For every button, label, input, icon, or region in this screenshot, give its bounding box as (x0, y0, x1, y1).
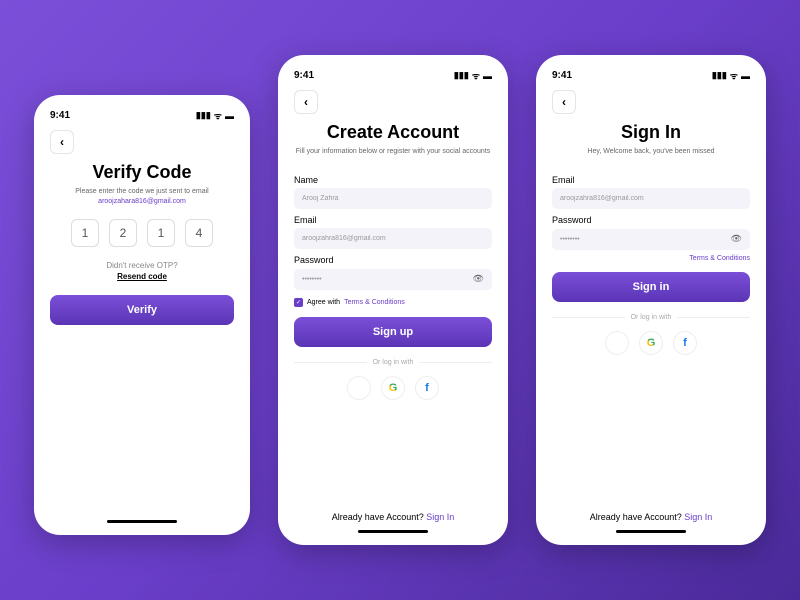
signal-icon: ▮▮▮ (196, 110, 211, 121)
subtitle: Please enter the code we just sent to em… (50, 187, 234, 207)
user-email: aroojzahara816@gmail.com (98, 198, 186, 205)
signin-link[interactable]: Sign In (426, 512, 454, 522)
verify-button[interactable]: Verify (50, 295, 234, 325)
email-label: Email (294, 215, 492, 225)
status-icons: ▮▮▮ᯤ▬ (454, 69, 492, 82)
status-icons: ▮▮▮ᯤ▬ (712, 69, 750, 82)
home-indicator (358, 530, 428, 533)
agree-text: Agree with (307, 299, 340, 306)
email-label: Email (552, 175, 750, 185)
terms-checkbox[interactable]: ✓ (294, 298, 303, 307)
back-button[interactable]: ‹ (294, 90, 318, 114)
social-buttons: G f (552, 331, 750, 355)
subtitle: Fill your information below or register … (294, 147, 492, 157)
battery-icon: ▬ (741, 71, 750, 81)
footer: Already have Account? Sign In (294, 512, 492, 522)
otp-digit-1[interactable]: 1 (71, 219, 99, 247)
google-button[interactable]: G (639, 331, 663, 355)
verify-screen: 9:41 ▮▮▮ᯤ▬ ‹ Verify Code Please enter th… (34, 95, 250, 535)
email-input[interactable] (552, 188, 750, 209)
signup-button[interactable]: Sign up (294, 317, 492, 347)
signin-link[interactable]: Sign In (684, 512, 712, 522)
battery-icon: ▬ (483, 71, 492, 81)
otp-digit-2[interactable]: 2 (109, 219, 137, 247)
facebook-button[interactable]: f (415, 376, 439, 400)
wifi-icon: ᯤ (730, 69, 738, 82)
eye-icon[interactable]: 👁 (473, 273, 484, 284)
terms-row: ✓ Agree with Terms & Conditions (294, 298, 492, 307)
battery-icon: ▬ (225, 111, 234, 121)
social-buttons: G f (294, 376, 492, 400)
signal-icon: ▮▮▮ (454, 70, 469, 81)
page-title: Verify Code (50, 162, 234, 183)
footer: Already have Account? Sign In (552, 512, 750, 522)
password-label: Password (294, 255, 492, 265)
home-indicator (616, 530, 686, 533)
resend-link[interactable]: Resend code (50, 272, 234, 281)
divider: Or log in with (294, 359, 492, 366)
page-title: Create Account (294, 122, 492, 143)
back-button[interactable]: ‹ (552, 90, 576, 114)
signin-screen: 9:41 ▮▮▮ᯤ▬ ‹ Sign In Hey, Welcome back, … (536, 55, 766, 545)
wifi-icon: ᯤ (214, 109, 222, 122)
password-label: Password (552, 215, 750, 225)
home-indicator (107, 520, 177, 523)
page-title: Sign In (552, 122, 750, 143)
status-icons: ▮▮▮ᯤ▬ (196, 109, 234, 122)
facebook-button[interactable]: f (673, 331, 697, 355)
name-input[interactable] (294, 188, 492, 209)
status-time: 9:41 (552, 70, 572, 81)
subtitle: Hey, Welcome back, you've been missed (552, 147, 750, 157)
apple-button[interactable] (347, 376, 371, 400)
divider: Or log in with (552, 314, 750, 321)
password-input[interactable] (294, 269, 492, 290)
terms-link[interactable]: Terms & Conditions (552, 255, 750, 262)
resend-question: Didn't receive OTP? (50, 261, 234, 270)
status-bar: 9:41 ▮▮▮ᯤ▬ (50, 109, 234, 122)
wifi-icon: ᯤ (472, 69, 480, 82)
google-button[interactable]: G (381, 376, 405, 400)
status-bar: 9:41 ▮▮▮ᯤ▬ (294, 69, 492, 82)
signin-button[interactable]: Sign in (552, 272, 750, 302)
signal-icon: ▮▮▮ (712, 70, 727, 81)
status-time: 9:41 (294, 70, 314, 81)
email-input[interactable] (294, 228, 492, 249)
otp-digit-3[interactable]: 1 (147, 219, 175, 247)
status-bar: 9:41 ▮▮▮ᯤ▬ (552, 69, 750, 82)
eye-icon[interactable]: 👁 (731, 233, 742, 244)
password-input[interactable] (552, 229, 750, 250)
otp-digit-4[interactable]: 4 (185, 219, 213, 247)
apple-button[interactable] (605, 331, 629, 355)
create-account-screen: 9:41 ▮▮▮ᯤ▬ ‹ Create Account Fill your in… (278, 55, 508, 545)
otp-inputs: 1 2 1 4 (50, 219, 234, 247)
name-label: Name (294, 175, 492, 185)
status-time: 9:41 (50, 110, 70, 121)
terms-link[interactable]: Terms & Conditions (344, 299, 405, 306)
back-button[interactable]: ‹ (50, 130, 74, 154)
